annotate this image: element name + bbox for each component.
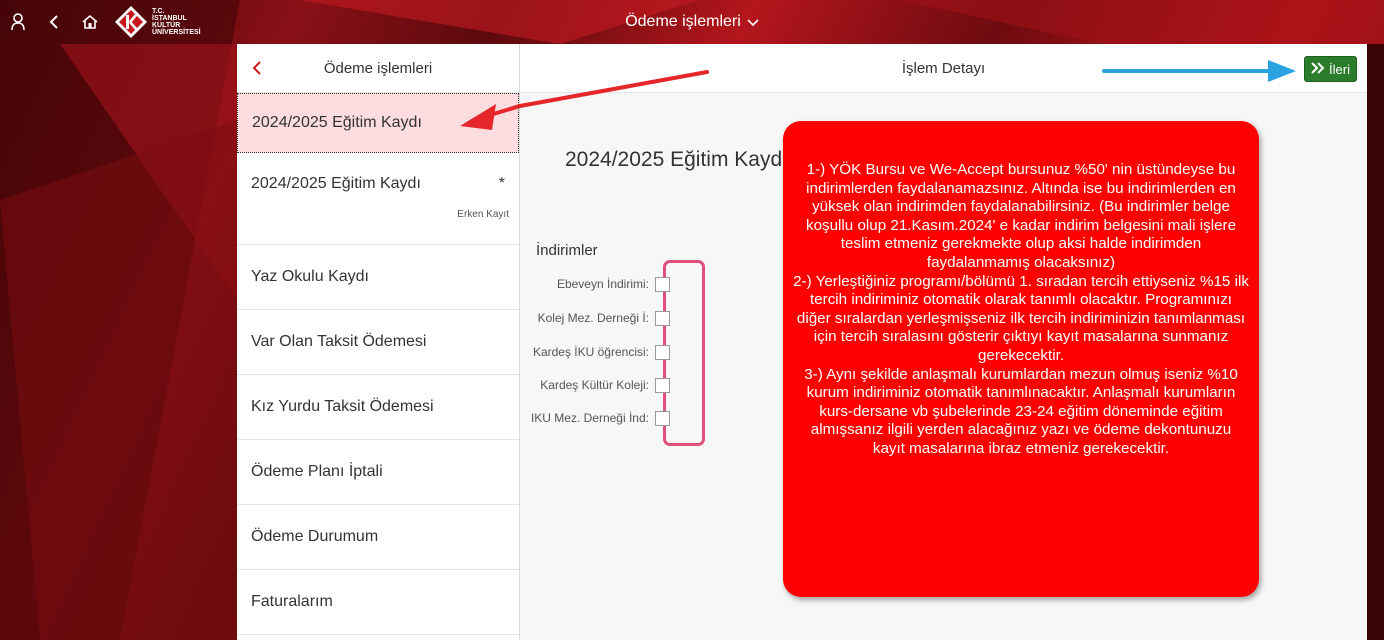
discount-row: IKU Mez. Derneği İnd: [520, 406, 670, 430]
next-button-label: İleri [1329, 61, 1350, 77]
shell-title-menu[interactable]: Ödeme işlemleri [0, 0, 1384, 44]
shell-title: Ödeme işlemleri [625, 13, 741, 30]
discount-label: Kolej Mez. Derneği İ: [537, 311, 649, 325]
discount-row: Kolej Mez. Derneği İ: [520, 306, 670, 330]
app-container: Ödeme işlemleri 2024/2025 Eğitim Kaydı 2… [237, 44, 1367, 640]
list-item-star: * [498, 175, 505, 192]
double-chevron-right-icon [1311, 61, 1325, 77]
discount-row: Ebeveyn İndirimi: [520, 272, 670, 296]
next-button[interactable]: İleri [1304, 56, 1357, 82]
list-item[interactable]: Ödeme Durumum [237, 505, 519, 570]
detail-header: İşlem Detayı İleri [520, 44, 1367, 93]
note-paragraph: 3-) Aynı şekilde anlaşmalı kurumlardan m… [804, 365, 1238, 457]
discount-label: Kardeş İKU öğrencisi: [532, 345, 649, 359]
list-item-label: Ödeme Planı İptali [251, 463, 383, 480]
annotation-note: 1-) YÖK Bursu ve We-Accept bursunuz %50'… [783, 121, 1259, 597]
master-list: Ödeme işlemleri 2024/2025 Eğitim Kaydı 2… [237, 44, 520, 640]
master-title: Ödeme işlemleri [323, 59, 433, 77]
discount-checkbox[interactable] [655, 344, 670, 360]
note-paragraph: 1-) YÖK Bursu ve We-Accept bursunuz %50'… [805, 161, 1237, 271]
list-item[interactable]: Kız Yurdu Taksit Ödemesi [237, 375, 519, 440]
discount-checkbox[interactable] [655, 410, 670, 426]
list-item-label: Kız Yurdu Taksit Ödemesi [251, 398, 434, 415]
master-header: Ödeme işlemleri [237, 44, 519, 93]
discount-label: IKU Mez. Derneği İnd: [530, 411, 649, 425]
list-item[interactable]: Var Olan Taksit Ödemesi [237, 310, 519, 375]
discount-checkbox[interactable] [655, 310, 670, 326]
note-paragraph: 2-) Yerleştiğiniz programı/bölümü 1. sır… [793, 272, 1249, 364]
list-item-label: Faturalarım [251, 593, 333, 610]
discount-checkbox[interactable] [655, 377, 670, 393]
list-item[interactable]: Faturalarım [237, 570, 519, 635]
list-item-label: Ödeme Durumum [251, 528, 379, 545]
list-item-subtitle: Erken Kayıt [457, 209, 509, 220]
list-item-label: 2024/2025 Eğitim Kaydı [251, 175, 421, 192]
form-title: 2024/2025 Eğitim Kaydı [565, 148, 788, 171]
discount-label: Kardeş Kültür Koleji: [540, 378, 649, 392]
list-item-label: Yaz Okulu Kaydı [251, 268, 369, 285]
discount-row: Kardeş Kültür Koleji: [520, 373, 670, 397]
list-item[interactable]: Yaz Okulu Kaydı [237, 245, 519, 310]
shell-bar: T.C. İSTANBUL KÜLTÜR ÜNİVERSİTESİ Ödeme … [0, 0, 1384, 44]
list-item[interactable]: 2024/2025 Eğitim Kaydı * Erken Kayıt [237, 153, 519, 245]
detail-panel: İşlem Detayı İleri 2024/2025 Eğitim Kayd… [520, 44, 1367, 640]
discount-label: Ebeveyn İndirimi: [556, 277, 649, 291]
chevron-down-icon [747, 14, 759, 30]
discounts-label: İndirimler [536, 242, 598, 259]
discount-checkbox[interactable] [655, 276, 670, 292]
list-item-label: Var Olan Taksit Ödemesi [251, 333, 427, 350]
list-item-label: 2024/2025 Eğitim Kaydı [252, 114, 422, 131]
list-item[interactable]: 2024/2025 Eğitim Kaydı [237, 93, 519, 153]
list-item[interactable]: Ödeme Planı İptali [237, 440, 519, 505]
discount-row: Kardeş İKU öğrencisi: [520, 340, 670, 364]
detail-title: İşlem Detayı [901, 59, 986, 77]
